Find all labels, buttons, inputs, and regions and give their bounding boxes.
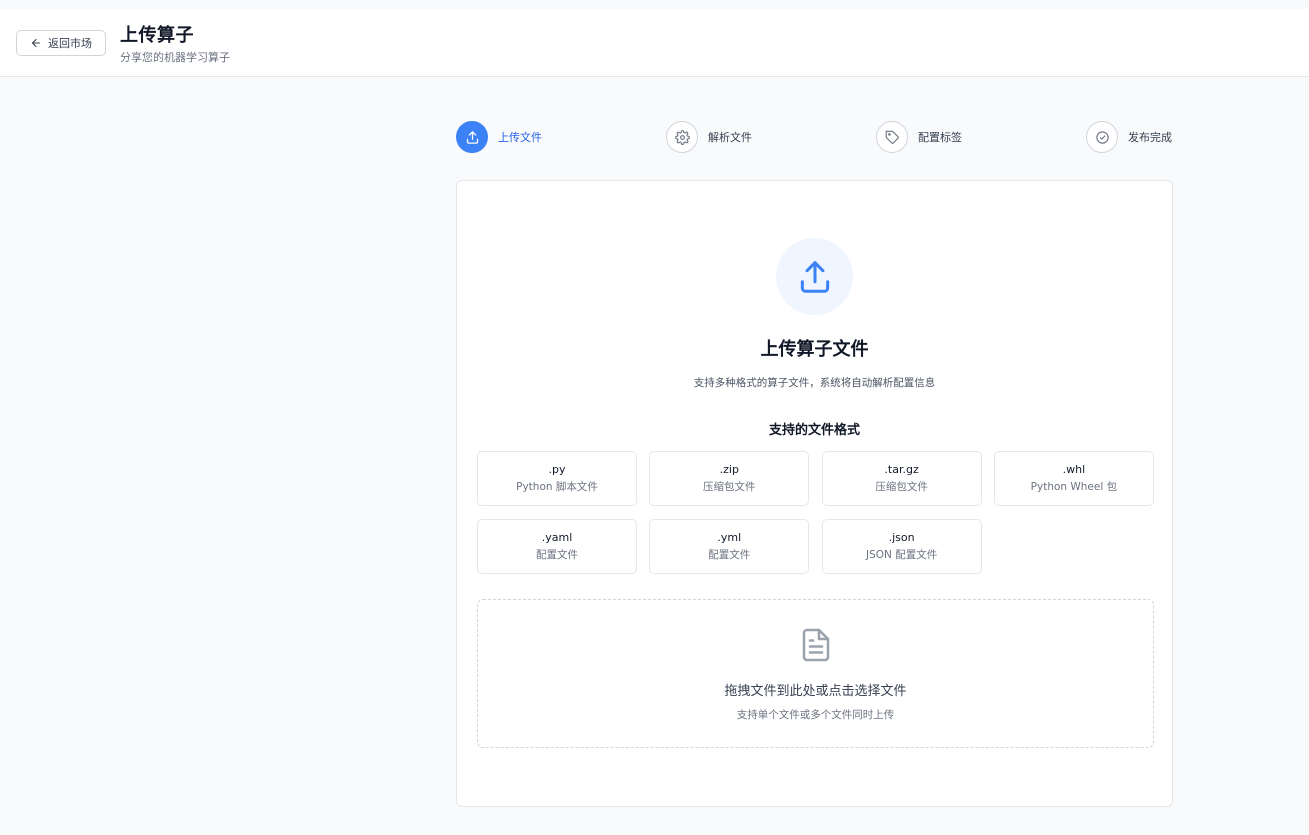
step-upload-file: 上传文件: [456, 121, 542, 153]
format-name: Python Wheel 包: [1030, 481, 1118, 493]
step-done-circle: [1086, 121, 1118, 153]
upload-icon: [800, 260, 829, 293]
check-circle-icon: [1095, 130, 1109, 144]
tag-icon: [885, 130, 899, 144]
step-label: 配置标签: [918, 131, 962, 144]
format-name: 压缩包文件: [703, 481, 756, 493]
dropzone-text: 拖拽文件到此处或点击选择文件: [724, 684, 907, 699]
step-parse-file: 解析文件: [666, 121, 752, 153]
back-to-market-button[interactable]: 返回市场: [16, 30, 106, 56]
arrow-left-icon: [31, 38, 41, 48]
format-tile-whl: .whl Python Wheel 包: [993, 451, 1154, 506]
hero-upload-badge: [776, 238, 853, 315]
upload-title: 上传算子文件: [760, 339, 869, 360]
format-tile-yml: .yml 配置文件: [649, 519, 810, 574]
format-grid: .py Python 脚本文件 .zip 压缩包文件 .tar.gz 压缩包文件…: [477, 451, 1154, 574]
format-ext: .tar.gz: [884, 463, 919, 476]
step-label: 上传文件: [498, 131, 542, 144]
gear-icon: [674, 129, 690, 145]
step-tags-circle: [876, 121, 908, 153]
format-name: Python 脚本文件: [516, 481, 598, 493]
format-ext: .json: [888, 531, 915, 544]
format-ext: .yaml: [541, 531, 573, 544]
format-ext: .zip: [719, 463, 739, 476]
step-label: 解析文件: [708, 131, 752, 144]
back-button-label: 返回市场: [48, 37, 92, 50]
format-tile-json: .json JSON 配置文件: [821, 519, 982, 574]
file-dropzone[interactable]: 拖拽文件到此处或点击选择文件 支持单个文件或多个文件同时上传: [477, 599, 1154, 748]
format-tile-targz: .tar.gz 压缩包文件: [821, 451, 982, 506]
format-name: 配置文件: [708, 549, 751, 561]
step-publish-done: 发布完成: [1086, 121, 1172, 153]
format-tile-py: .py Python 脚本文件: [477, 451, 637, 506]
page-subtitle: 分享您的机器学习算子: [120, 51, 230, 64]
top-strip: [0, 0, 1309, 9]
upload-icon: [466, 130, 478, 144]
step-label: 发布完成: [1128, 131, 1172, 144]
format-name: 压缩包文件: [875, 481, 928, 493]
page-title: 上传算子: [120, 25, 194, 46]
step-parse-circle: [666, 121, 698, 153]
format-ext: .yml: [717, 531, 742, 544]
format-tile-zip: .zip 压缩包文件: [649, 451, 810, 506]
upload-stepper: 上传文件 解析文件 配置标签 发布完成: [456, 121, 1173, 155]
format-tile-yaml: .yaml 配置文件: [477, 519, 637, 574]
format-name: 配置文件: [536, 549, 578, 561]
step-upload-circle: [456, 121, 488, 153]
page-header: 返回市场 上传算子 分享您的机器学习算子: [0, 9, 1309, 77]
upload-card: 上传算子文件 支持多种格式的算子文件，系统将自动解析配置信息 支持的文件格式 .…: [456, 180, 1173, 807]
upload-description: 支持多种格式的算子文件，系统将自动解析配置信息: [693, 377, 936, 389]
file-text-icon: [798, 626, 834, 664]
format-ext: .py: [548, 463, 566, 476]
step-config-tags: 配置标签: [876, 121, 962, 153]
dropzone-hint: 支持单个文件或多个文件同时上传: [736, 709, 895, 721]
formats-title: 支持的文件格式: [768, 423, 860, 438]
format-name: JSON 配置文件: [865, 549, 938, 561]
format-ext: .whl: [1062, 463, 1086, 476]
